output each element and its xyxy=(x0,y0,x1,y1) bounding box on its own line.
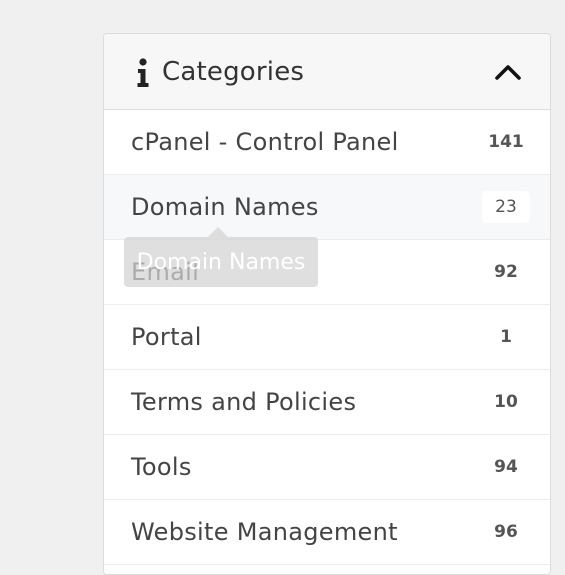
category-count-badge: 94 xyxy=(494,457,518,477)
category-item-tools[interactable]: Tools 94 xyxy=(104,435,550,500)
category-count-badge: 141 xyxy=(488,132,524,152)
categories-panel: Categories cPanel - Control Panel 141 Do… xyxy=(103,33,551,575)
category-label: Terms and Policies xyxy=(131,388,357,416)
category-item-website-management[interactable]: Website Management 96 xyxy=(104,500,550,565)
info-icon xyxy=(137,57,149,87)
category-count-badge: 23 xyxy=(482,191,530,223)
category-label: Website Management xyxy=(131,518,398,546)
category-item-domain-names[interactable]: Domain Names 23 xyxy=(104,175,550,240)
category-item-portal[interactable]: Portal 1 xyxy=(104,305,550,370)
category-item-terms-and-policies[interactable]: Terms and Policies 10 xyxy=(104,370,550,435)
panel-title: Categories xyxy=(162,56,305,87)
category-label: Tools xyxy=(131,453,192,481)
category-count-badge: 10 xyxy=(494,392,518,412)
category-label: Portal xyxy=(131,323,202,351)
category-label: Domain Names xyxy=(131,193,319,221)
chevron-up-icon[interactable] xyxy=(494,62,522,82)
category-list: cPanel - Control Panel 141 Domain Names … xyxy=(104,110,550,565)
panel-header[interactable]: Categories xyxy=(104,34,550,110)
category-label: Email xyxy=(131,258,200,286)
category-count-badge: 92 xyxy=(494,262,518,282)
tooltip-arrow xyxy=(208,227,228,237)
category-count-badge: 1 xyxy=(500,327,512,347)
category-item-cpanel[interactable]: cPanel - Control Panel 141 xyxy=(104,110,550,175)
category-count-badge: 96 xyxy=(494,522,518,542)
category-item-email[interactable]: Email 92 xyxy=(104,240,550,305)
category-label: cPanel - Control Panel xyxy=(131,128,399,156)
